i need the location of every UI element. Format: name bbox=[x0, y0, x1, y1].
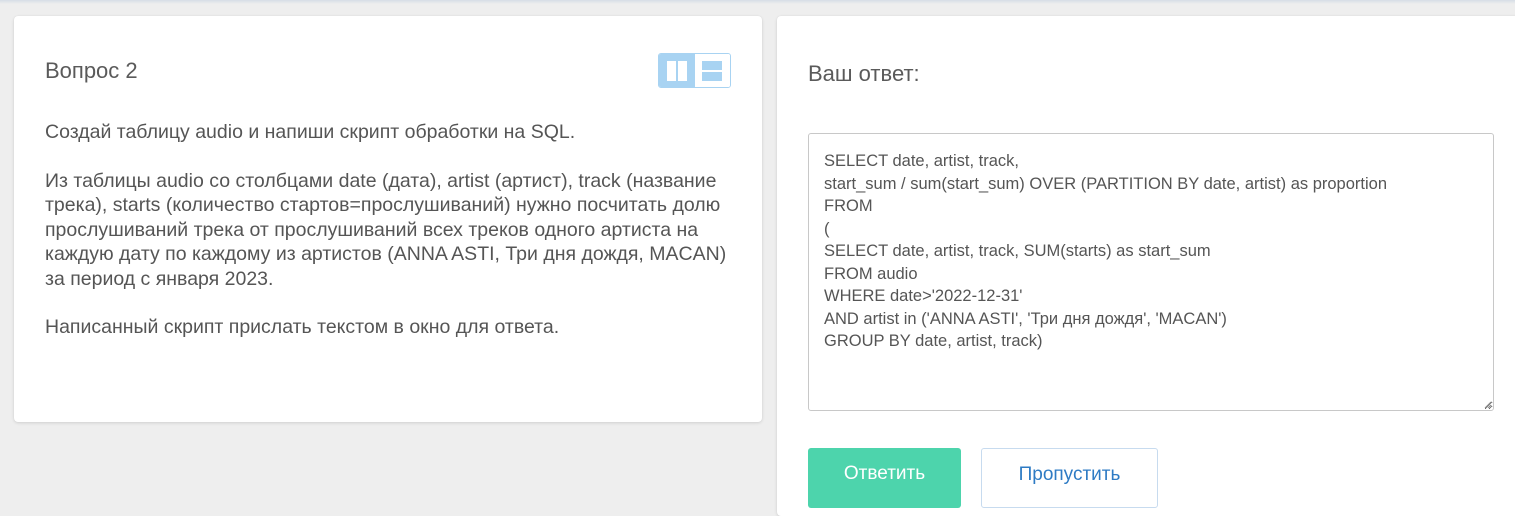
question-paragraph: Написанный скрипт прислать текстом в окн… bbox=[45, 316, 560, 338]
skip-button[interactable]: Пропустить bbox=[981, 448, 1158, 508]
layout-toggle bbox=[658, 53, 731, 88]
submit-button[interactable]: Ответить bbox=[808, 448, 961, 508]
question-title: Вопрос 2 bbox=[45, 58, 138, 83]
rows-icon bbox=[702, 60, 723, 81]
question-paragraph: Из таблицы audio со столбцами date (дата… bbox=[45, 169, 727, 290]
question-body: Создай таблицу audio и напиши скрипт обр… bbox=[45, 120, 735, 364]
question-card: Вопрос 2 Создай таблицу audio и напиши с… bbox=[14, 16, 762, 422]
columns-icon bbox=[666, 60, 687, 81]
answer-title: Ваш ответ: bbox=[808, 61, 920, 86]
rows-layout-button[interactable] bbox=[694, 54, 730, 87]
answer-textarea[interactable]: SELECT date, artist, track, start_sum / … bbox=[808, 133, 1494, 411]
question-paragraph: Создай таблицу audio и напиши скрипт обр… bbox=[45, 121, 576, 143]
top-bar-shadow bbox=[0, 0, 1515, 4]
answer-card: Ваш ответ: SELECT date, artist, track, s… bbox=[777, 16, 1515, 516]
resize-grip-icon[interactable] bbox=[1484, 401, 1492, 409]
columns-layout-button[interactable] bbox=[659, 54, 695, 87]
